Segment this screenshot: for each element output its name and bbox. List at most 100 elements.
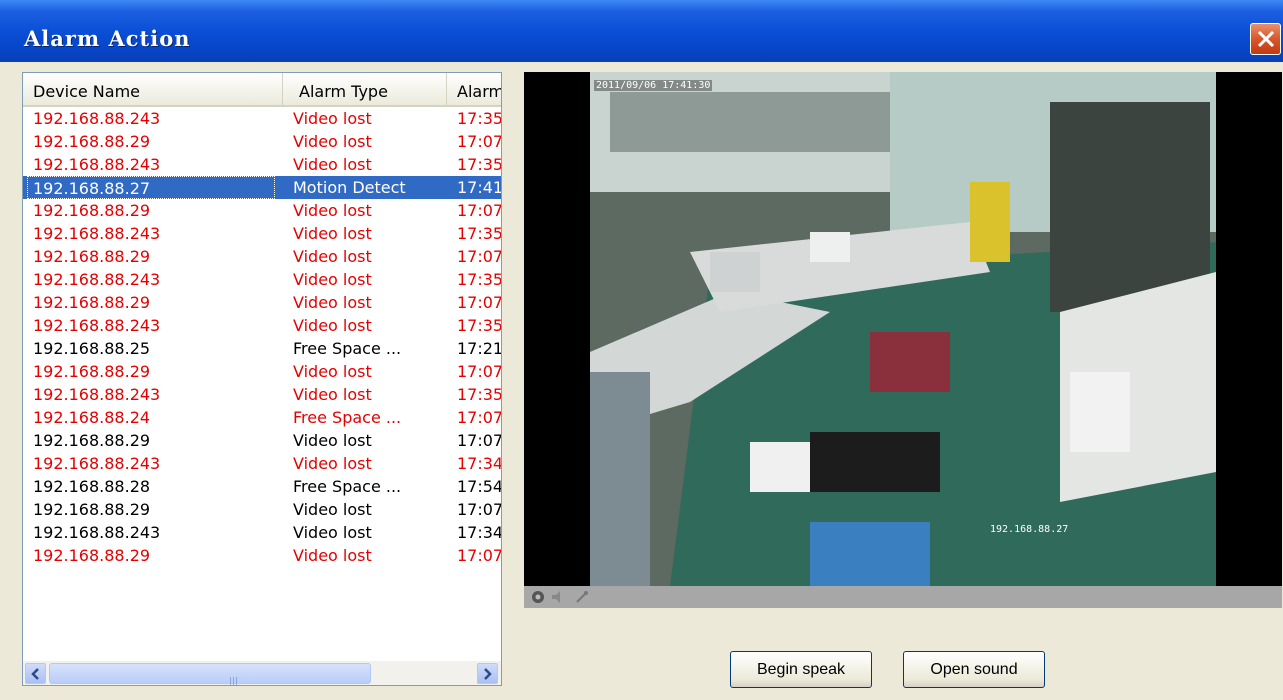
cell-device-name: 192.168.88.243 bbox=[33, 270, 161, 289]
cell-device-name: 192.168.88.29 bbox=[33, 546, 151, 565]
cell-alarm-time: 17:21 bbox=[457, 339, 501, 358]
cell-alarm-time: 17:35 bbox=[457, 270, 501, 289]
title-bar[interactable]: Alarm Action bbox=[0, 0, 1283, 62]
cell-alarm-type: Motion Detect bbox=[293, 178, 406, 197]
table-row[interactable]: 192.168.88.25 Free Space ... 17:21 bbox=[23, 337, 501, 360]
cell-alarm-type: Video lost bbox=[293, 546, 372, 565]
cell-alarm-time: 17:41 bbox=[457, 178, 501, 197]
cell-alarm-type: Video lost bbox=[293, 132, 372, 151]
cell-device-name: 192.168.88.243 bbox=[33, 109, 161, 128]
cell-alarm-type: Video lost bbox=[293, 224, 372, 243]
grip-icon bbox=[230, 670, 240, 685]
cell-device-name: 192.168.88.27 bbox=[27, 176, 275, 199]
cell-alarm-time: 17:07 bbox=[457, 293, 501, 312]
cell-alarm-type: Video lost bbox=[293, 316, 372, 335]
chevron-left-icon bbox=[31, 668, 39, 680]
close-icon bbox=[1257, 30, 1275, 48]
cell-alarm-type: Video lost bbox=[293, 431, 372, 450]
cell-alarm-type: Video lost bbox=[293, 247, 372, 266]
cell-alarm-time: 17:07 bbox=[457, 500, 501, 519]
camera-feed-image bbox=[590, 72, 1216, 586]
table-row[interactable]: 192.168.88.29 Video lost 17:07 bbox=[23, 291, 501, 314]
table-row[interactable]: 192.168.88.29 Video lost 17:07 bbox=[23, 544, 501, 567]
table-row[interactable]: 192.168.88.243 Video lost 17:34 bbox=[23, 521, 501, 544]
scrollbar-thumb[interactable] bbox=[49, 663, 371, 685]
table-row[interactable]: 192.168.88.243 Video lost 17:35 bbox=[23, 222, 501, 245]
table-row[interactable]: 192.168.88.24 Free Space ... 17:07 bbox=[23, 406, 501, 429]
video-control-bar bbox=[524, 586, 1282, 608]
cell-device-name: 192.168.88.25 bbox=[33, 339, 151, 358]
table-row-selected[interactable]: 192.168.88.27 Motion Detect 17:41 bbox=[23, 176, 501, 199]
cell-device-name: 192.168.88.29 bbox=[33, 500, 151, 519]
video-camera-ip: 192.168.88.27 bbox=[990, 524, 1069, 535]
cell-alarm-type: Free Space ... bbox=[293, 339, 402, 358]
cell-alarm-type: Free Space ... bbox=[293, 477, 402, 496]
table-row[interactable]: 192.168.88.243 Video lost 17:35 bbox=[23, 383, 501, 406]
cell-alarm-time: 17:35 bbox=[457, 109, 501, 128]
table-row[interactable]: 192.168.88.29 Video lost 17:07 bbox=[23, 245, 501, 268]
table-row[interactable]: 192.168.88.29 Video lost 17:07 bbox=[23, 360, 501, 383]
cell-alarm-type: Video lost bbox=[293, 523, 372, 542]
cell-alarm-time: 17:07 bbox=[457, 362, 501, 381]
table-row[interactable]: 192.168.88.243 Video lost 17:34 bbox=[23, 452, 501, 475]
cell-alarm-type: Video lost bbox=[293, 500, 372, 519]
cell-alarm-time: 17:07 bbox=[457, 247, 501, 266]
column-header-device-name[interactable]: Device Name bbox=[23, 73, 283, 105]
begin-speak-button[interactable]: Begin speak bbox=[730, 651, 872, 688]
list-rows: 192.168.88.243 Video lost 17:35 192.168.88.… bbox=[23, 107, 501, 567]
table-row[interactable]: 192.168.88.243 Video lost 17:35 bbox=[23, 107, 501, 130]
cell-alarm-time: 17:35 bbox=[457, 316, 501, 335]
table-row[interactable]: 192.168.88.29 Video lost 17:07 bbox=[23, 199, 501, 222]
cell-alarm-time: 17:35 bbox=[457, 155, 501, 174]
column-header-alarm-time[interactable]: Alarm bbox=[447, 73, 501, 105]
cell-alarm-time: 17:34 bbox=[457, 523, 501, 542]
cell-alarm-time: 17:07 bbox=[457, 408, 501, 427]
camera-feed[interactable]: 2011/09/06 17:41:30 192.168.88.27 bbox=[590, 72, 1216, 586]
cell-alarm-time: 17:07 bbox=[457, 132, 501, 151]
cell-alarm-type: Video lost bbox=[293, 454, 372, 473]
cell-device-name: 192.168.88.29 bbox=[33, 293, 151, 312]
table-row[interactable]: 192.168.88.29 Video lost 17:07 bbox=[23, 429, 501, 452]
cell-alarm-type: Video lost bbox=[293, 362, 372, 381]
cell-alarm-time: 17:35 bbox=[457, 385, 501, 404]
capture-icon[interactable] bbox=[530, 589, 546, 605]
cell-alarm-type: Video lost bbox=[293, 293, 372, 312]
cell-alarm-type: Video lost bbox=[293, 270, 372, 289]
chevron-right-icon bbox=[484, 668, 492, 680]
cell-device-name: 192.168.88.29 bbox=[33, 132, 151, 151]
scroll-left-button[interactable] bbox=[25, 663, 46, 684]
open-sound-button[interactable]: Open sound bbox=[903, 651, 1045, 688]
cell-device-name: 192.168.88.243 bbox=[33, 316, 161, 335]
cell-device-name: 192.168.88.243 bbox=[33, 523, 161, 542]
cell-device-name: 192.168.88.243 bbox=[33, 385, 161, 404]
cell-alarm-time: 17:07 bbox=[457, 546, 501, 565]
cell-alarm-type: Video lost bbox=[293, 155, 372, 174]
speaker-icon[interactable] bbox=[550, 589, 566, 605]
table-row[interactable]: 192.168.88.28 Free Space ... 17:54 bbox=[23, 475, 501, 498]
scroll-right-button[interactable] bbox=[477, 663, 498, 684]
list-header: Device Name Alarm Type Alarm bbox=[23, 73, 501, 107]
microphone-icon[interactable] bbox=[574, 589, 590, 605]
column-header-alarm-type[interactable]: Alarm Type bbox=[283, 73, 447, 105]
cell-device-name: 192.168.88.29 bbox=[33, 362, 151, 381]
table-row[interactable]: 192.168.88.243 Video lost 17:35 bbox=[23, 268, 501, 291]
cell-device-name: 192.168.88.28 bbox=[33, 477, 151, 496]
horizontal-scrollbar[interactable] bbox=[23, 661, 501, 685]
table-row[interactable]: 192.168.88.243 Video lost 17:35 bbox=[23, 314, 501, 337]
video-panel[interactable]: 2011/09/06 17:41:30 192.168.88.27 bbox=[524, 72, 1282, 608]
cell-alarm-type: Video lost bbox=[293, 385, 372, 404]
cell-device-name: 192.168.88.29 bbox=[33, 201, 151, 220]
alarm-list[interactable]: Device Name Alarm Type Alarm 192.168.88.… bbox=[22, 72, 502, 686]
window-title: Alarm Action bbox=[24, 26, 191, 51]
cell-alarm-type: Video lost bbox=[293, 109, 372, 128]
cell-alarm-time: 17:54 bbox=[457, 477, 501, 496]
table-row[interactable]: 192.168.88.243 Video lost 17:35 bbox=[23, 153, 501, 176]
cell-device-name: 192.168.88.29 bbox=[33, 247, 151, 266]
table-row[interactable]: 192.168.88.29 Video lost 17:07 bbox=[23, 130, 501, 153]
cell-device-name: 192.168.88.29 bbox=[33, 431, 151, 450]
table-row[interactable]: 192.168.88.29 Video lost 17:07 bbox=[23, 498, 501, 521]
alarm-action-window: Alarm Action Device Name Alarm Type Alar… bbox=[0, 0, 1283, 700]
cell-device-name: 192.168.88.24 bbox=[33, 408, 151, 427]
close-button[interactable] bbox=[1250, 23, 1281, 55]
cell-device-name: 192.168.88.243 bbox=[33, 454, 161, 473]
